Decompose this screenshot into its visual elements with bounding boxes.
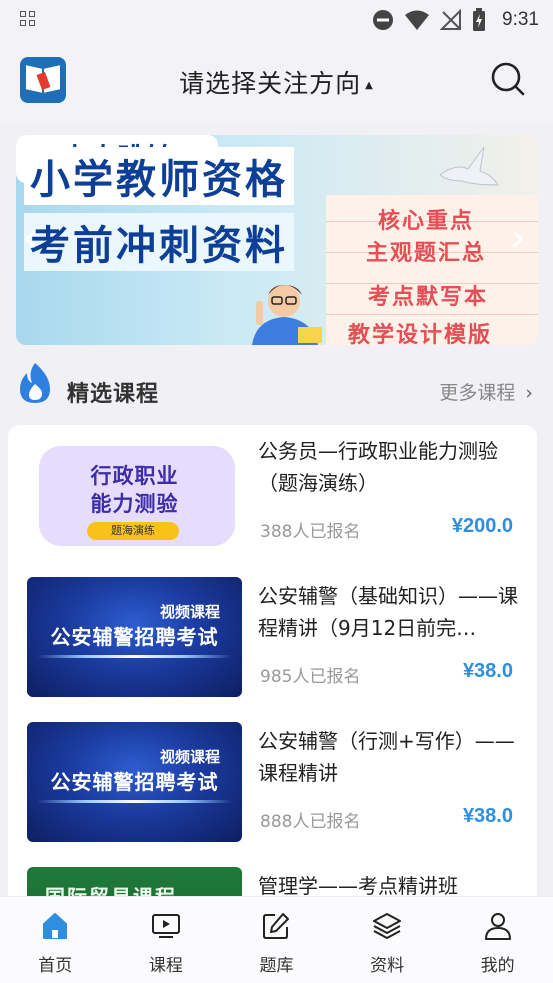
caret-up-icon: ▲ xyxy=(365,79,374,91)
course-thumbnail: 行政职业 能力测验 题海演练 xyxy=(27,432,242,552)
tab-profile-label: 我的 xyxy=(480,956,515,976)
user-icon xyxy=(484,913,511,940)
layers-icon xyxy=(373,913,402,939)
course-price: ¥200.0 xyxy=(451,515,513,537)
course-thumbnail: 视频课程 公安辅警招聘考试 xyxy=(27,577,242,697)
section-title: 精选课程 xyxy=(67,382,160,407)
thumb-title: 公安辅警招聘考试 xyxy=(50,625,219,649)
banner-note-2: 主观题汇总 xyxy=(366,240,487,266)
course-price: ¥38.0 xyxy=(462,805,513,827)
thumb-tag: 题海演练 xyxy=(87,522,179,540)
banner-prev-arrow[interactable]: ‹ xyxy=(22,215,38,261)
video-icon xyxy=(151,914,180,938)
thumb-title-line-1: 行政职业 xyxy=(90,464,179,488)
tab-home-label: 首页 xyxy=(38,956,73,976)
course-item[interactable]: 行政职业 能力测验 题海演练 公务员—行政职业能力测验（题海演练） 388人已报… xyxy=(8,425,537,565)
course-item[interactable]: 视频课程 公安辅警招聘考试 公安辅警（行测+写作）——课程精讲 888人已报名 … xyxy=(8,715,537,855)
search-icon[interactable] xyxy=(489,60,527,98)
status-bar: 9:31 xyxy=(0,0,553,40)
tab-question-bank-label: 题库 xyxy=(259,956,294,976)
teacher-illustration xyxy=(252,285,322,345)
edit-icon xyxy=(263,913,290,939)
promo-banner[interactable]: 小学教师资格 考前冲刺资料 点击跳转 核心重点 主观题汇总 考点默写本 教学设计… xyxy=(16,135,538,345)
course-price: ¥38.0 xyxy=(462,660,513,682)
tab-courses[interactable]: 课程 xyxy=(111,897,222,983)
tab-profile[interactable]: 我的 xyxy=(442,897,553,983)
featured-courses-header: 精选课程 更多课程 › xyxy=(0,356,553,422)
course-title: 公安辅警（行测+写作）——课程精讲 xyxy=(258,729,515,785)
course-title: 公安辅警（基础知识）——课程精讲（9月12日前完… xyxy=(258,584,518,640)
home-icon xyxy=(43,913,68,939)
battery-charging-icon xyxy=(473,8,486,31)
enrolled-count: 985人已报名 xyxy=(260,667,361,687)
app-header: 请选择关注方向 ▲ xyxy=(0,40,553,122)
banner-headline-2: 考前冲刺资料 xyxy=(24,213,294,271)
tab-home[interactable]: 首页 xyxy=(0,897,111,983)
apps-icon xyxy=(20,11,36,27)
tab-courses-label: 课程 xyxy=(148,956,183,976)
thumb-tag: 视频课程 xyxy=(159,748,220,766)
direction-selector-label: 请选择关注方向 xyxy=(179,69,362,98)
more-courses-link[interactable]: 更多课程 › xyxy=(439,378,533,405)
thumb-title: 公安辅警招聘考试 xyxy=(50,770,219,794)
bottom-nav: 首页 课程 题库 资料 我的 xyxy=(0,896,553,983)
wifi-icon xyxy=(405,10,430,30)
dove-illustration xyxy=(439,146,499,186)
no-signal-icon xyxy=(440,9,462,30)
tab-materials[interactable]: 资料 xyxy=(332,897,443,983)
enrolled-count: 888人已报名 xyxy=(260,812,361,832)
thumb-tag: 视频课程 xyxy=(159,603,220,621)
banner-note-4: 教学设计模版 xyxy=(348,322,493,345)
course-list: 行政职业 能力测验 题海演练 公务员—行政职业能力测验（题海演练） 388人已报… xyxy=(8,425,537,905)
flame-icon xyxy=(20,363,50,403)
course-thumbnail: 视频课程 公安辅警招聘考试 xyxy=(27,722,242,842)
banner-note-1: 核心重点 xyxy=(378,208,475,234)
thumb-title-line-2: 能力测验 xyxy=(90,492,179,516)
banner-next-arrow[interactable]: › xyxy=(510,215,526,261)
tab-question-bank[interactable]: 题库 xyxy=(221,897,332,983)
direction-selector[interactable]: 请选择关注方向 ▲ xyxy=(0,64,553,100)
chevron-right-icon: › xyxy=(525,382,533,404)
banner-note-3: 考点默写本 xyxy=(368,284,489,310)
banner-headline-1: 小学教师资格 xyxy=(24,147,294,205)
banner-notepad: 核心重点 主观题汇总 考点默写本 教学设计模版 xyxy=(326,195,538,345)
more-courses-label: 更多课程 xyxy=(439,382,516,404)
do-not-disturb-icon xyxy=(373,10,394,30)
clock: 9:31 xyxy=(502,9,539,30)
tab-materials-label: 资料 xyxy=(370,956,405,976)
enrolled-count: 388人已报名 xyxy=(260,522,361,542)
course-item[interactable]: 视频课程 公安辅警招聘考试 公安辅警（基础知识）——课程精讲（9月12日前完… … xyxy=(8,570,537,710)
course-title: 公务员—行政职业能力测验（题海演练） xyxy=(258,439,498,495)
